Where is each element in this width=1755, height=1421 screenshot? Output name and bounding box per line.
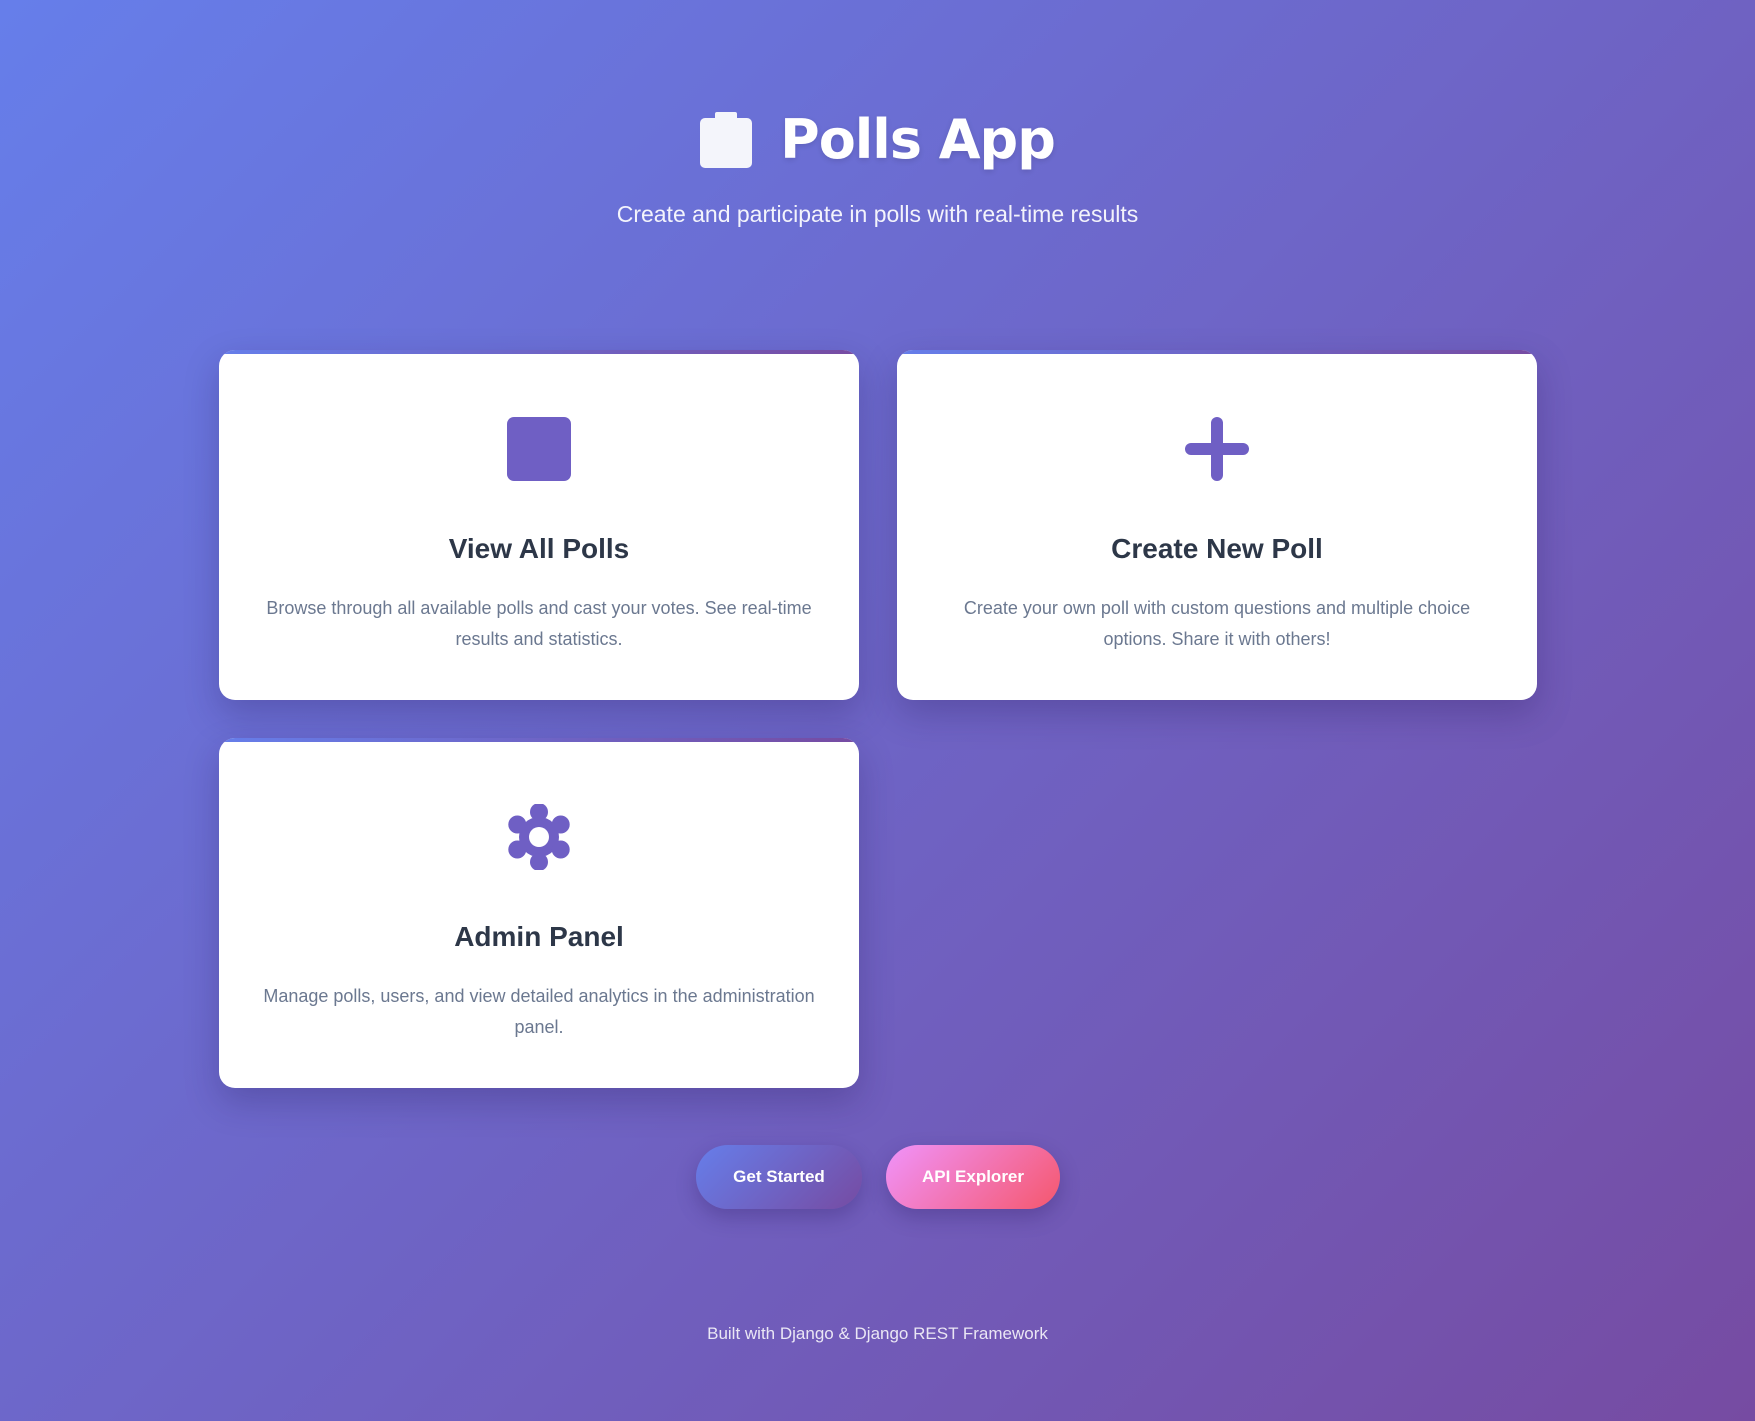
api-explorer-button[interactable]: API Explorer bbox=[886, 1145, 1060, 1209]
gear-icon bbox=[508, 804, 570, 870]
plus-icon bbox=[1185, 417, 1249, 481]
clipboard-icon bbox=[700, 111, 753, 168]
admin-panel-card[interactable]: Admin Panel Manage polls, users, and vie… bbox=[219, 738, 859, 1088]
page-title: Polls App bbox=[780, 108, 1056, 171]
card-description: Manage polls, users, and view detailed a… bbox=[263, 986, 815, 1037]
get-started-button[interactable]: Get Started bbox=[696, 1145, 862, 1209]
card-description: Create your own poll with custom questio… bbox=[963, 598, 1471, 649]
create-new-poll-card[interactable]: Create New Poll Create your own poll wit… bbox=[897, 350, 1537, 700]
footer-text: Built with Django & Django REST Framewor… bbox=[707, 1324, 1048, 1343]
page-header: Polls App Create and participate in poll… bbox=[0, 108, 1755, 228]
view-all-polls-card[interactable]: View All Polls Browse through all availa… bbox=[219, 350, 859, 700]
card-description: Browse through all available polls and c… bbox=[266, 598, 812, 649]
page-subtitle: Create and participate in polls with rea… bbox=[616, 201, 1139, 227]
card-title: View All Polls bbox=[448, 533, 630, 564]
title-row: Polls App bbox=[0, 108, 1755, 171]
card-title: Create New Poll bbox=[1111, 533, 1323, 564]
card-title: Admin Panel bbox=[454, 921, 624, 952]
square-icon bbox=[507, 417, 571, 481]
